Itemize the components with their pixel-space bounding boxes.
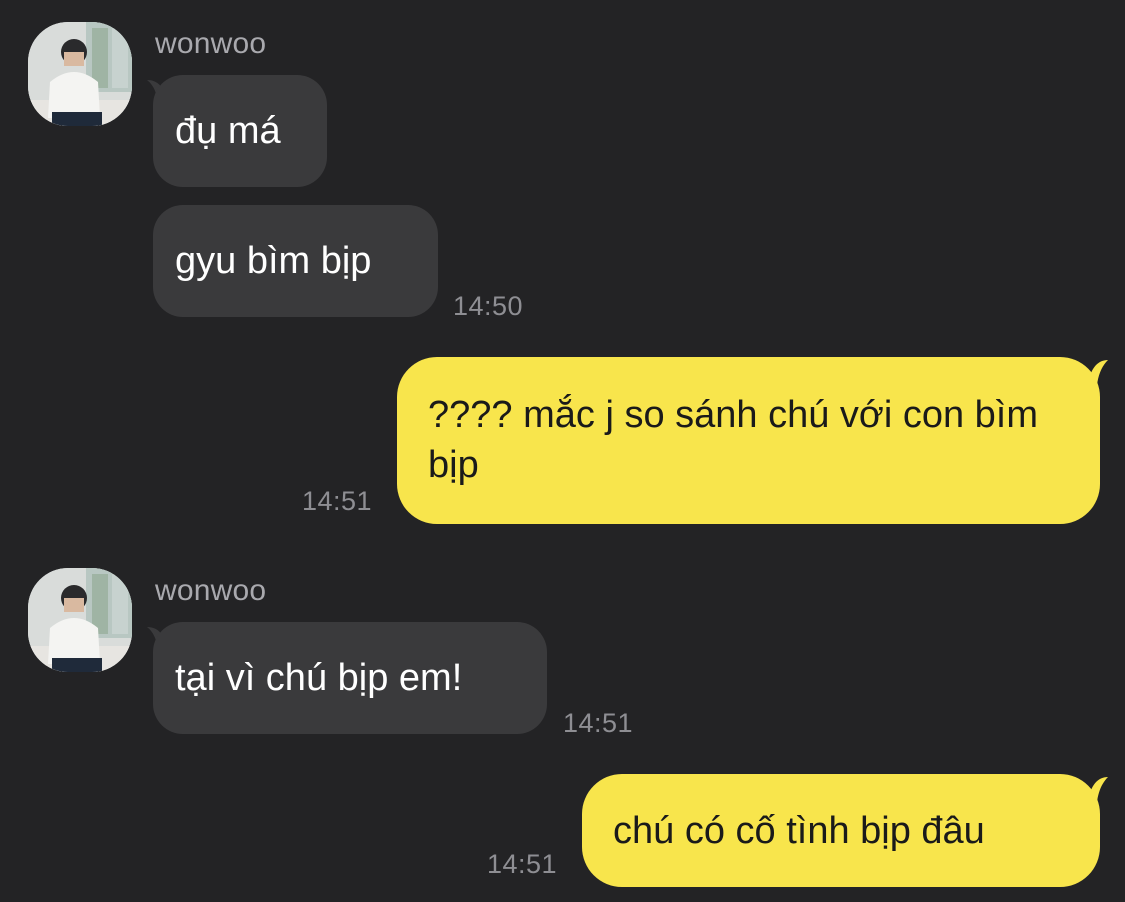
- sender-avatar[interactable]: [28, 22, 132, 126]
- message-bubble[interactable]: gyu bìm bịp: [153, 205, 438, 317]
- message-bubble[interactable]: ???? mắc j so sánh chú với con bìm bịp: [397, 357, 1100, 524]
- message-bubble[interactable]: chú có cố tình bịp đâu: [582, 774, 1100, 887]
- message-bubble[interactable]: tại vì chú bịp em!: [153, 622, 547, 734]
- sender-avatar[interactable]: [28, 568, 132, 672]
- message-text: tại vì chú bịp em!: [175, 657, 463, 699]
- message-bubble[interactable]: đụ má: [153, 75, 327, 187]
- bubble-tail: [1088, 360, 1108, 400]
- sender-name: wonwoo: [155, 27, 267, 60]
- message-timestamp: 14:50: [453, 291, 524, 321]
- sender-name: wonwoo: [155, 574, 267, 607]
- avatar-photo: [28, 568, 132, 672]
- message-timestamp: 14:51: [302, 486, 373, 516]
- avatar-photo: [28, 22, 132, 126]
- message-text: ???? mắc j so sánh chú với con bìm bịp: [428, 394, 1039, 486]
- message-text: gyu bìm bịp: [175, 240, 372, 282]
- bubble-tail: [1088, 777, 1108, 817]
- message-text: đụ má: [175, 110, 281, 152]
- message-text: chú có cố tình bịp đâu: [613, 810, 985, 852]
- message-timestamp: 14:51: [487, 849, 558, 879]
- message-timestamp: 14:51: [563, 708, 634, 738]
